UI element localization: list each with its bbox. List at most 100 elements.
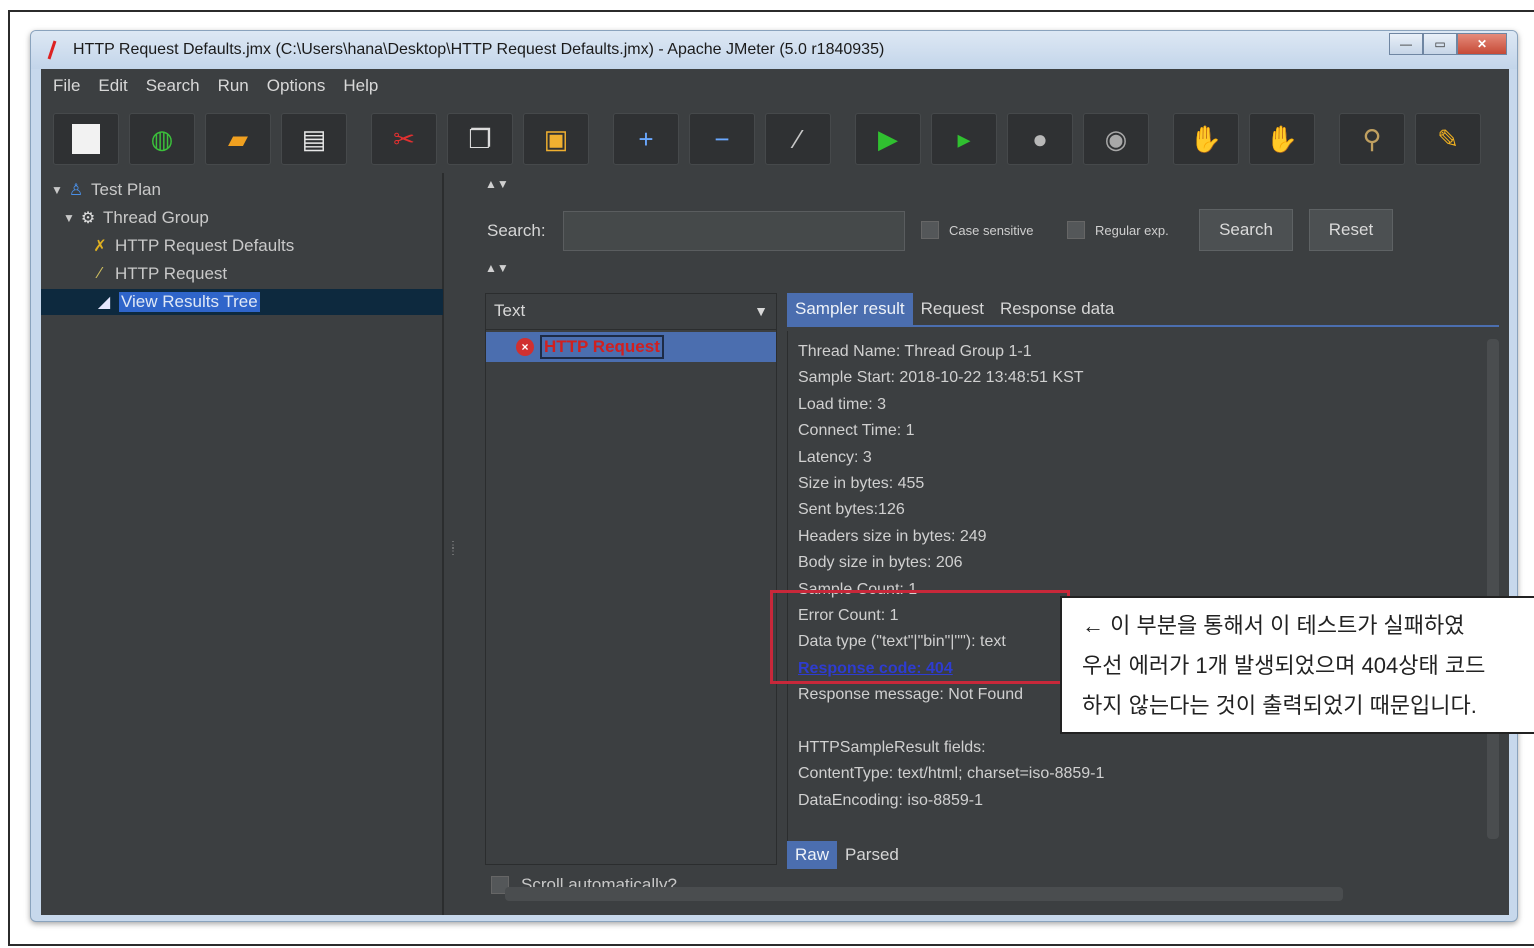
regular-exp-checkbox[interactable]: Regular exp.: [1067, 221, 1169, 239]
tree-item-view-results-tree[interactable]: ◢ View Results Tree: [41, 289, 443, 315]
tree-item-label: View Results Tree: [119, 292, 260, 312]
menu-bar: File Edit Search Run Options Help: [41, 69, 1509, 103]
start-no-pauses-button[interactable]: ▸: [931, 113, 997, 165]
toggle-icon: ⁄: [795, 123, 801, 154]
error-icon: ×: [516, 338, 534, 356]
open-icon: ▰: [228, 123, 248, 154]
tab-parsed[interactable]: Parsed: [837, 841, 907, 869]
save-icon: ▤: [301, 123, 327, 154]
annotation-line: ← 이 부분을 통해서 이 테스트가 실패하였: [1082, 613, 1465, 638]
paste-button[interactable]: ▣: [523, 113, 589, 165]
tab-raw[interactable]: Raw: [787, 841, 838, 869]
tree-item-http-request[interactable]: ⁄ HTTP Request: [89, 261, 227, 287]
new-icon: [72, 124, 100, 154]
stop-icon: ●: [1032, 123, 1048, 154]
new-button[interactable]: [53, 113, 119, 165]
error-highlight-box: [770, 590, 1070, 684]
minimize-button[interactable]: —: [1389, 33, 1423, 55]
detail-line: Size in bytes: 455: [798, 474, 925, 492]
collapse-arrow-icon[interactable]: ▼: [51, 183, 65, 197]
checkbox-label: Case sensitive: [949, 222, 1034, 238]
detail-line: HTTPSampleResult fields:: [798, 738, 986, 756]
menu-help[interactable]: Help: [343, 76, 378, 96]
chart-icon: ◢: [97, 294, 111, 311]
menu-edit[interactable]: Edit: [98, 76, 127, 96]
view-mode-tabs: Raw Parsed: [787, 839, 907, 871]
toggle-button[interactable]: ⁄: [765, 113, 831, 165]
save-button[interactable]: ▤: [281, 113, 347, 165]
splitter-grip-icon: ⋮ ⋮: [448, 540, 458, 557]
pencil-icon: ⁄: [98, 265, 102, 282]
collapse-toggle-icon[interactable]: ▲▼: [485, 261, 509, 275]
start-no-pauses-icon: ▸: [957, 123, 971, 154]
open-button[interactable]: ▰: [205, 113, 271, 165]
maximize-button[interactable]: ▭: [1423, 33, 1457, 55]
detail-line: Load time: 3: [798, 395, 887, 413]
vertical-scrollbar[interactable]: [1487, 339, 1499, 839]
wrench-icon: ✗: [93, 238, 107, 255]
start-icon: ▶: [878, 123, 898, 154]
annotation-line: 하지 않는다는 것이 출력되었기 때문입니다.: [1082, 693, 1477, 718]
expand-icon: +: [638, 123, 654, 154]
collapse-button[interactable]: −: [689, 113, 755, 165]
menu-file[interactable]: File: [53, 76, 80, 96]
cut-button[interactable]: ✂: [371, 113, 437, 165]
search-button[interactable]: Search: [1199, 209, 1293, 251]
start-button[interactable]: ▶: [855, 113, 921, 165]
tab-request[interactable]: Request: [913, 293, 992, 325]
copy-button[interactable]: ❐: [447, 113, 513, 165]
templates-icon: ◍: [150, 123, 174, 154]
clear-all-icon: ✋: [1265, 123, 1299, 154]
flask-icon: ♙: [68, 182, 84, 199]
clear-all-button[interactable]: ✋: [1249, 113, 1315, 165]
search-button[interactable]: ⚲: [1339, 113, 1405, 165]
detail-line: Sample Start: 2018-10-22 13:48:51 KST: [798, 369, 1084, 387]
reset-search-button[interactable]: ✎: [1415, 113, 1481, 165]
paste-icon: ▣: [543, 123, 569, 154]
result-item[interactable]: × HTTP Request: [486, 332, 776, 362]
shutdown-button[interactable]: ◉: [1083, 113, 1149, 165]
pane-splitter[interactable]: ⋮ ⋮: [443, 173, 477, 915]
reset-button[interactable]: Reset: [1309, 209, 1393, 251]
tree-item-label: Thread Group: [103, 208, 209, 227]
search-input[interactable]: [563, 211, 905, 251]
detail-line: Latency: 3: [798, 448, 872, 466]
tree-item-http-request-defaults[interactable]: ✗ HTTP Request Defaults: [89, 233, 294, 259]
test-plan-tree: ▼ ♙ Test Plan ▼ ⚙ Thread Group ✗ HTTP Re…: [41, 173, 443, 915]
menu-run[interactable]: Run: [218, 76, 249, 96]
tab-response-data[interactable]: Response data: [992, 293, 1122, 325]
result-tabs: Sampler result Request Response data: [787, 289, 1499, 327]
collapse-toggle-icon[interactable]: ▲▼: [485, 177, 509, 191]
cut-icon: ✂: [393, 123, 415, 154]
tree-item-label: Test Plan: [91, 180, 161, 199]
detail-line: Thread Name: Thread Group 1-1: [798, 343, 1032, 360]
jmeter-app: File Edit Search Run Options Help ◍ ▰ ▤ …: [41, 69, 1509, 915]
detail-line: Body size in bytes: 206: [798, 554, 963, 572]
detail-line: ContentType: text/html; charset=iso-8859…: [798, 765, 1105, 783]
templates-button[interactable]: ◍: [129, 113, 195, 165]
tree-item-label: HTTP Request: [115, 264, 228, 283]
expand-button[interactable]: +: [613, 113, 679, 165]
renderer-label: Text: [494, 301, 526, 320]
result-item-label: HTTP Request: [540, 335, 664, 359]
tree-item-thread-group[interactable]: ▼ ⚙ Thread Group: [63, 205, 209, 231]
renderer-select[interactable]: Text ▼: [486, 294, 776, 330]
stop-button[interactable]: ●: [1007, 113, 1073, 165]
window-controls: — ▭ ✕: [1389, 33, 1507, 55]
case-sensitive-checkbox[interactable]: Case sensitive: [921, 221, 1034, 239]
horizontal-scrollbar[interactable]: [505, 887, 1343, 901]
tree-item-test-plan[interactable]: ▼ ♙ Test Plan: [51, 177, 161, 203]
window-title: HTTP Request Defaults.jmx (C:\Users\hana…: [73, 41, 885, 58]
close-button[interactable]: ✕: [1457, 33, 1507, 55]
menu-options[interactable]: Options: [267, 76, 326, 96]
menu-search[interactable]: Search: [146, 76, 200, 96]
collapse-arrow-icon[interactable]: ▼: [63, 211, 77, 225]
clear-icon: ✋: [1189, 123, 1223, 154]
tree-item-label: HTTP Request Defaults: [115, 236, 295, 255]
clear-button[interactable]: ✋: [1173, 113, 1239, 165]
checkbox-label: Regular exp.: [1095, 222, 1169, 238]
gear-icon: ⚙: [80, 210, 96, 227]
tab-sampler-result[interactable]: Sampler result: [787, 293, 913, 325]
copy-icon: ❐: [468, 123, 492, 154]
title-bar: HTTP Request Defaults.jmx (C:\Users\hana…: [31, 31, 1517, 69]
